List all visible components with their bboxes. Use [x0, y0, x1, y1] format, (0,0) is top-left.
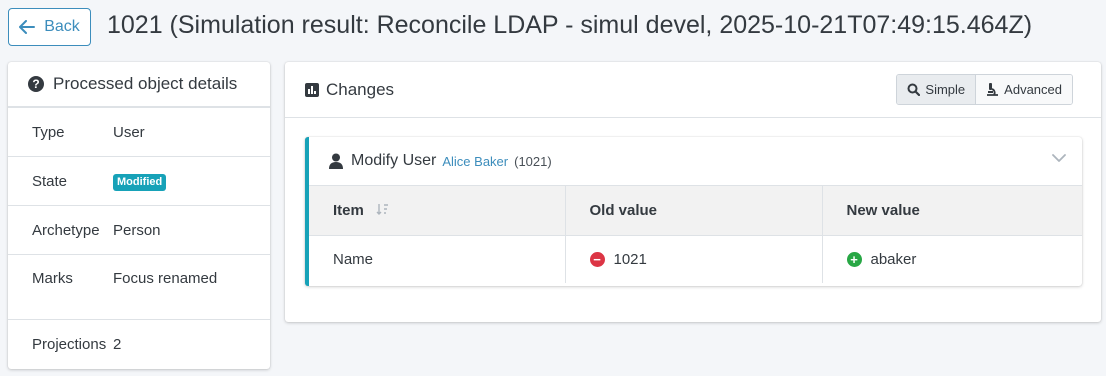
delta-card: Modify User Alice Baker (1021) Item Old — [305, 137, 1082, 286]
delta-object-id: (1021) — [514, 153, 552, 169]
back-button-label: Back — [44, 18, 80, 35]
user-icon — [329, 153, 343, 169]
chevron-down-icon[interactable] — [1052, 154, 1066, 163]
detail-value: Focus renamed — [113, 270, 218, 287]
bar-chart-icon — [305, 82, 319, 97]
minus-circle-icon: − — [589, 251, 605, 267]
question-circle-icon: ? — [28, 76, 44, 92]
changes-card-header: Changes Simple Advanced — [285, 62, 1101, 118]
column-header-item[interactable]: Item — [309, 186, 566, 236]
item-cell: Name — [309, 235, 566, 283]
microscope-icon — [987, 82, 999, 96]
detail-row-archetype: Archetype Person — [8, 206, 270, 255]
changes-card-title: Changes — [326, 79, 395, 99]
view-toggle: Simple Advanced — [896, 74, 1073, 105]
detail-value: User — [113, 123, 145, 141]
column-header-new-value: New value — [822, 186, 1082, 236]
detail-key: Projections — [32, 336, 107, 353]
new-value-cell: + abaker — [822, 235, 1082, 283]
arrow-left-icon — [19, 20, 36, 34]
table-header-row: Item Old value New value — [309, 186, 1082, 236]
plus-circle-icon: + — [846, 251, 862, 267]
delta-operation: Modify User — [351, 152, 437, 169]
detail-value: 2 — [113, 336, 122, 353]
changes-table: Item Old value New value Name − 1021 + a… — [309, 186, 1082, 283]
processed-object-details-card: ? Processed object details Type User Sta… — [8, 62, 270, 369]
detail-key: Type — [32, 123, 65, 141]
detail-key: Marks — [32, 270, 73, 287]
detail-row-state: State Modified — [8, 157, 270, 206]
simple-view-button[interactable]: Simple — [897, 75, 976, 104]
back-button[interactable]: Back — [8, 8, 91, 46]
advanced-view-button[interactable]: Advanced — [975, 75, 1072, 104]
detail-key: Archetype — [32, 221, 100, 239]
detail-row-marks: Marks Focus renamed — [8, 255, 270, 320]
details-card-header: ? Processed object details — [8, 62, 270, 108]
sort-icon[interactable] — [376, 203, 390, 216]
table-row: Name − 1021 + abaker — [309, 235, 1082, 283]
details-card-title: Processed object details — [53, 74, 238, 93]
search-icon — [907, 83, 921, 96]
changes-card: Changes Simple Advanced Modify User Alic… — [285, 62, 1101, 322]
detail-key: State — [32, 172, 68, 190]
delta-object-link[interactable]: Alice Baker — [442, 154, 508, 169]
state-badge: Modified — [113, 173, 167, 191]
detail-row-type: Type User — [8, 108, 270, 157]
detail-value: Person — [113, 221, 161, 239]
detail-row-projections: Projections 2 — [8, 320, 270, 369]
page-title: 1021 (Simulation result: Reconcile LDAP … — [107, 11, 1033, 39]
new-value-text: abaker — [870, 250, 917, 268]
advanced-view-label: Advanced — [1004, 82, 1062, 97]
old-value-text: 1021 — [613, 250, 647, 268]
column-header-old-value: Old value — [565, 186, 823, 236]
old-value-cell: − 1021 — [565, 235, 823, 283]
simple-view-label: Simple — [925, 82, 966, 97]
delta-header[interactable]: Modify User Alice Baker (1021) — [309, 137, 1082, 186]
